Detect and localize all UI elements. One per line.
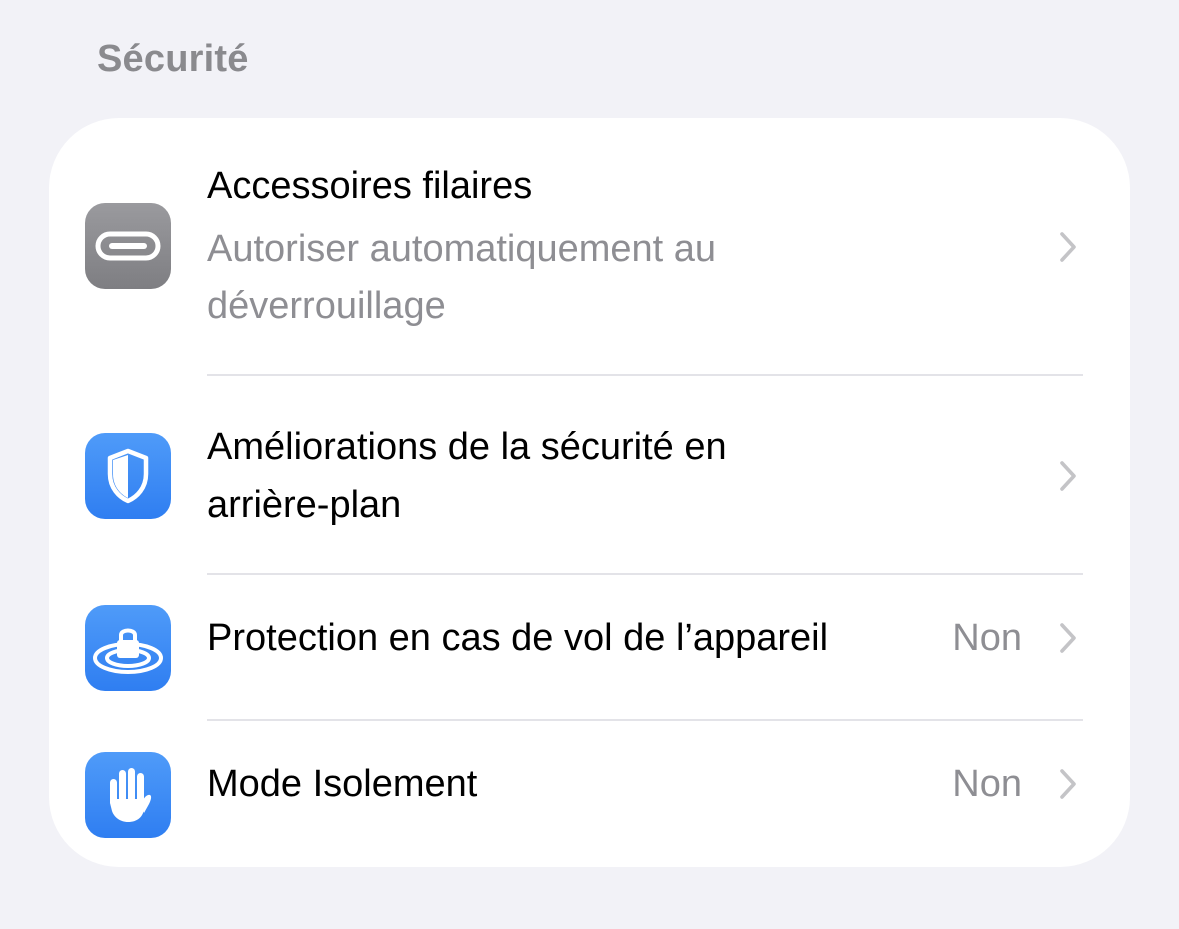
chevron-right-icon — [1060, 461, 1076, 491]
row-title: Protection en cas de vol de l’appareil — [207, 617, 829, 659]
shield-icon — [85, 433, 171, 519]
chevron-right-icon — [1060, 232, 1076, 262]
row-wired-accessories[interactable]: Accessoires filaires Autoriser automatiq… — [49, 118, 1130, 374]
row-title: Accessoires filaires — [207, 165, 533, 207]
chevron-right-icon — [1060, 623, 1076, 653]
row-title: Améliorations de la sécurité en — [207, 426, 727, 468]
row-background-security-improvements[interactable]: Améliorations de la sécurité en arrière-… — [49, 376, 1130, 573]
usb-c-connector-icon — [85, 203, 171, 289]
chevron-right-icon — [1060, 769, 1076, 799]
row-subtitle: Autoriser automatiquement au — [207, 228, 717, 270]
lock-rings-icon — [85, 605, 171, 691]
row-value: Non — [952, 617, 1022, 659]
row-subtitle: déverrouillage — [207, 285, 446, 327]
row-title: Mode Isolement — [207, 763, 478, 805]
row-stolen-device-protection[interactable]: Protection en cas de vol de l’appareil N… — [49, 575, 1130, 719]
row-title: arrière-plan — [207, 484, 402, 526]
row-lockdown-mode[interactable]: Mode Isolement Non — [49, 721, 1130, 867]
row-value: Non — [952, 763, 1022, 805]
raised-hand-icon — [85, 752, 171, 838]
section-header: Sécurité — [97, 38, 249, 80]
settings-group-card: Accessoires filaires Autoriser automatiq… — [49, 118, 1130, 867]
